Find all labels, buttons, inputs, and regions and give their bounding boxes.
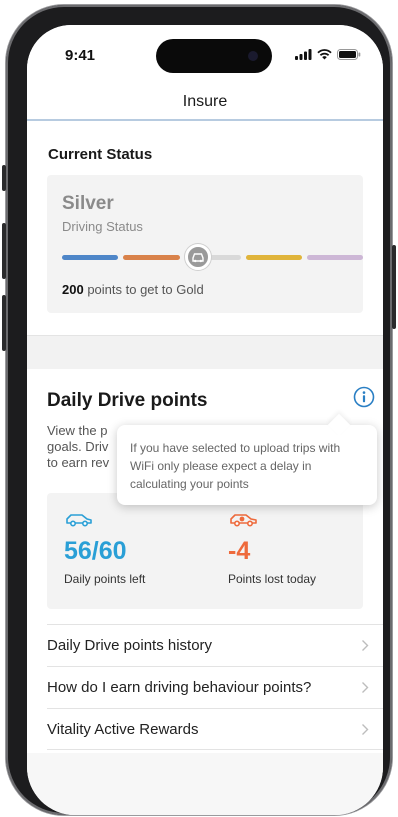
points-lost-label: Points lost today <box>228 572 317 586</box>
page-title: Insure <box>182 93 228 110</box>
phone-frame: 9:41 Insure Current Status Silver Drivin… <box>2 5 396 815</box>
signal-icon <box>295 49 312 60</box>
tier-name: Silver <box>62 193 114 214</box>
list-item-label: Vitality Active Rewards <box>47 720 199 738</box>
daily-points-card: 56/60 Daily points left -4 Points lost t… <box>47 493 363 609</box>
list-item-label: How do I earn driving behaviour points? <box>47 679 312 696</box>
chevron-right-icon <box>362 682 369 693</box>
points-lost-value: -4 <box>228 537 251 565</box>
battery-icon <box>337 49 361 60</box>
dynamic-island <box>156 39 272 73</box>
car-alert-icon <box>230 514 257 527</box>
power-button <box>392 245 396 329</box>
progress-marker <box>185 244 211 270</box>
wifi-icon <box>317 49 332 60</box>
chevron-right-icon <box>362 724 369 735</box>
progress-segment-gold <box>246 255 302 260</box>
current-status-heading: Current Status <box>48 146 153 163</box>
system-icons <box>295 49 361 60</box>
info-icon[interactable] <box>353 386 375 408</box>
volume-up-button <box>2 223 6 279</box>
bottom-spacer <box>27 753 383 815</box>
info-tooltip: If you have selected to upload trips wit… <box>117 425 377 505</box>
link-daily-drive-history[interactable]: Daily Drive points history <box>47 624 383 666</box>
status-card: Silver Driving Status 200 points to get … <box>47 175 363 313</box>
section-divider <box>27 335 383 369</box>
progress-segment-platinum <box>307 255 363 260</box>
silent-switch <box>2 165 6 191</box>
status-time: 9:41 <box>65 47 96 64</box>
points-to-next-text: points to get to Gold <box>83 282 204 297</box>
nav-bar: Insure <box>27 87 383 121</box>
volume-down-button <box>2 295 6 351</box>
car-icon <box>66 514 92 527</box>
points-needed: 200 <box>62 282 84 297</box>
link-earn-behaviour-points[interactable]: How do I earn driving behaviour points? <box>47 666 383 708</box>
car-icon <box>192 253 204 263</box>
link-list: Daily Drive points history How do I earn… <box>27 624 383 750</box>
progress-segment-orange <box>123 255 180 260</box>
points-to-next-tier: 200 points to get to Gold <box>62 282 204 297</box>
progress-segment-blue <box>62 255 118 260</box>
daily-points-left-label: Daily points left <box>64 572 146 586</box>
status-bar: 9:41 <box>27 25 383 87</box>
daily-points-left-value: 56/60 <box>64 537 127 565</box>
daily-drive-heading: Daily Drive points <box>47 390 208 411</box>
link-vitality-active-rewards[interactable]: Vitality Active Rewards <box>47 708 383 750</box>
list-item-label: Daily Drive points history <box>47 637 213 654</box>
chevron-right-icon <box>362 640 369 651</box>
screen: 9:41 Insure Current Status Silver Drivin… <box>27 25 383 815</box>
camera-icon <box>248 51 258 61</box>
tier-caption: Driving Status <box>62 219 143 234</box>
